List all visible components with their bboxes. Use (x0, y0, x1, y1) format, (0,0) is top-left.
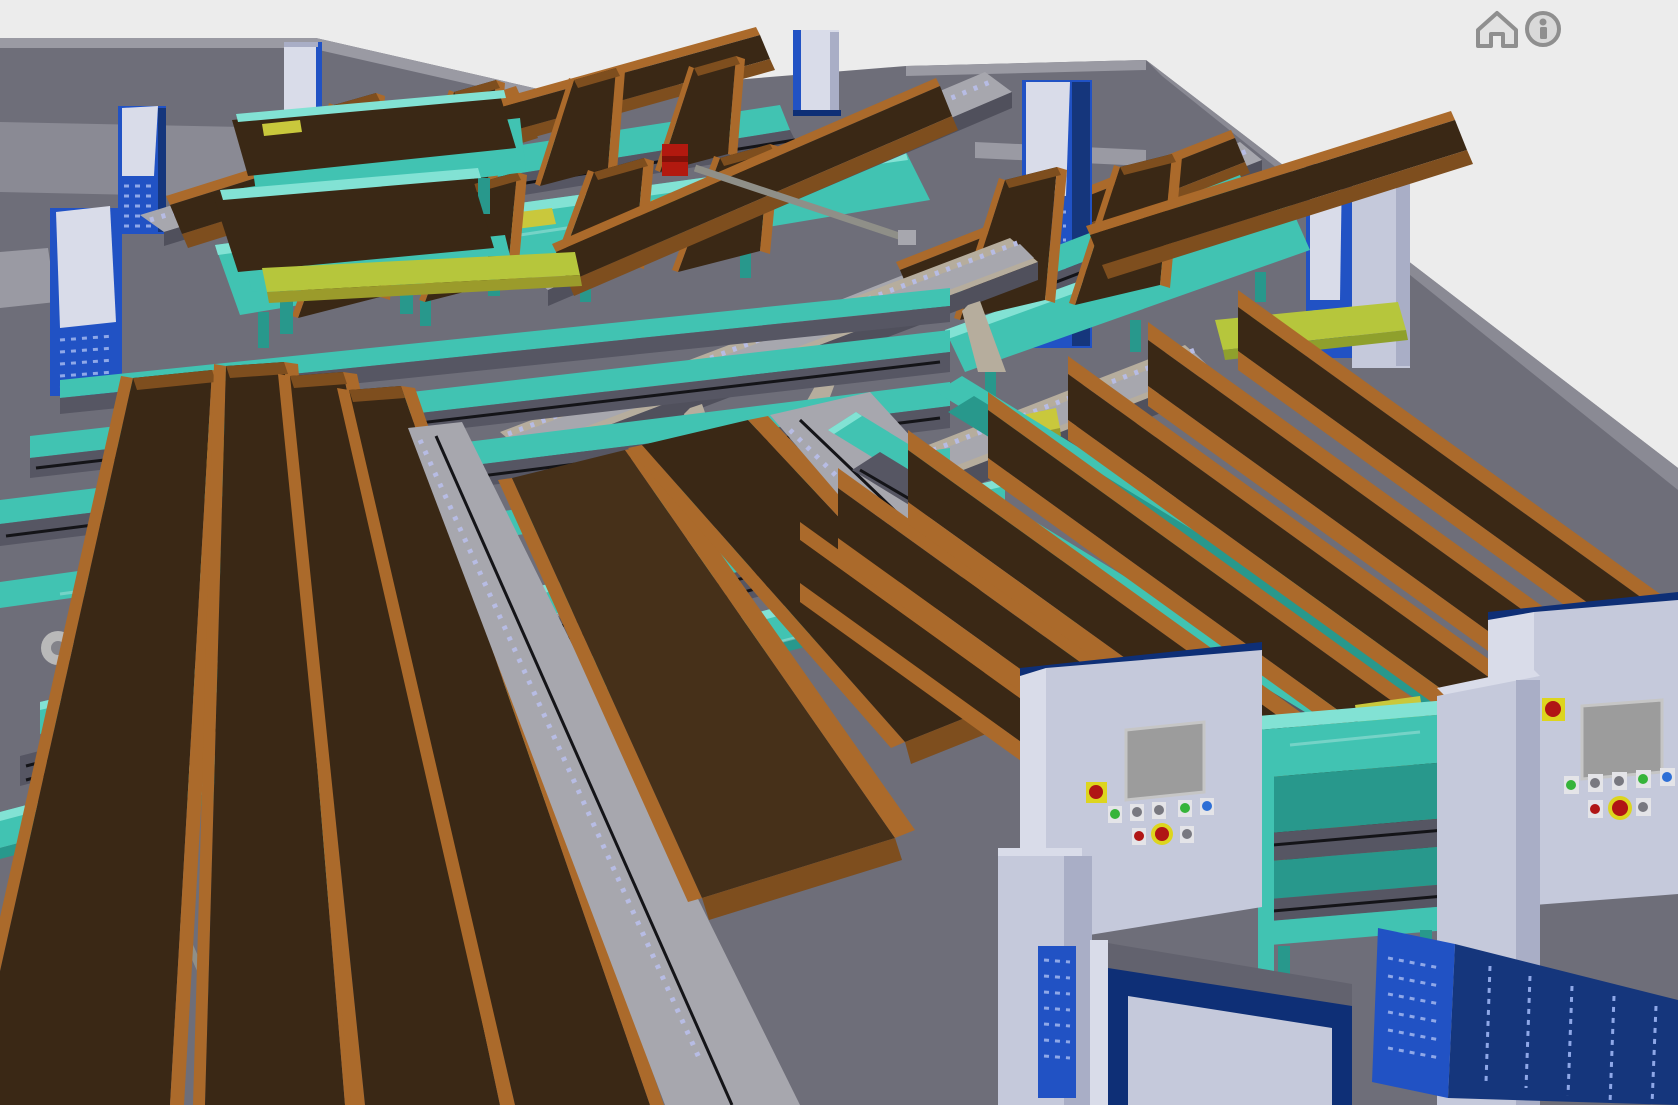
home-icon (1478, 13, 1516, 46)
info-button[interactable] (1527, 13, 1559, 45)
standing-panel-center (793, 30, 841, 116)
home-button[interactable] (1478, 13, 1516, 46)
estop-button-b[interactable] (1542, 698, 1565, 721)
estop-button-a[interactable] (1086, 782, 1107, 803)
info-icon (1527, 13, 1559, 45)
hmi-screen-b[interactable] (1582, 700, 1662, 779)
plant-3d-viewport[interactable] (0, 0, 1678, 1105)
plant-scene (0, 0, 1678, 1105)
blue-vent-strip (1038, 946, 1076, 1098)
hmi-screen-a[interactable] (1126, 722, 1204, 800)
electrical-cabinet-left (50, 206, 122, 396)
